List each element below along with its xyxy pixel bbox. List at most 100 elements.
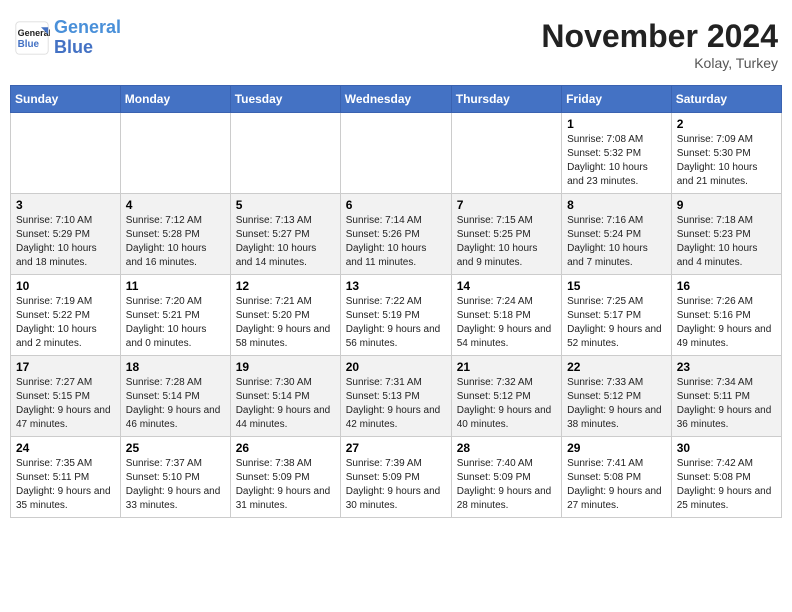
day-number: 30: [677, 441, 776, 455]
calendar-cell: 20 Sunrise: 7:31 AM Sunset: 5:13 PM Dayli…: [340, 356, 451, 437]
day-info: Sunrise: 7:16 AM Sunset: 5:24 PM Dayligh…: [567, 214, 666, 270]
calendar-cell: 12 Sunrise: 7:21 AM Sunset: 5:20 PM Dayli…: [230, 275, 340, 356]
day-number: 12: [236, 279, 335, 293]
logo: General Blue GeneralBlue: [14, 18, 121, 58]
calendar-cell: 19 Sunrise: 7:30 AM Sunset: 5:14 PM Dayli…: [230, 356, 340, 437]
calendar-cell: 11 Sunrise: 7:20 AM Sunset: 5:21 PM Dayli…: [120, 275, 230, 356]
day-info: Sunrise: 7:18 AM Sunset: 5:23 PM Dayligh…: [677, 214, 776, 270]
day-number: 4: [126, 198, 225, 212]
day-info: Sunrise: 7:25 AM Sunset: 5:17 PM Dayligh…: [567, 295, 666, 351]
logo-text: GeneralBlue: [54, 18, 121, 58]
day-number: 19: [236, 360, 335, 374]
day-info: Sunrise: 7:26 AM Sunset: 5:16 PM Dayligh…: [677, 295, 776, 351]
calendar-cell: 6Sunrise: 7:14 AM Sunset: 5:26 PM Daylig…: [340, 194, 451, 275]
day-info: Sunrise: 7:30 AM Sunset: 5:14 PM Dayligh…: [236, 376, 335, 432]
day-info: Sunrise: 7:08 AM Sunset: 5:32 PM Dayligh…: [567, 133, 666, 189]
title-section: November 2024 Kolay, Turkey: [541, 18, 778, 71]
calendar-cell: 15 Sunrise: 7:25 AM Sunset: 5:17 PM Dayli…: [562, 275, 672, 356]
calendar-cell: 28 Sunrise: 7:40 AM Sunset: 5:09 PM Dayli…: [451, 437, 561, 518]
day-number: 29: [567, 441, 666, 455]
day-info: Sunrise: 7:09 AM Sunset: 5:30 PM Dayligh…: [677, 133, 776, 189]
day-number: 20: [346, 360, 446, 374]
day-info: Sunrise: 7:35 AM Sunset: 5:11 PM Dayligh…: [16, 457, 115, 513]
calendar-cell: [120, 113, 230, 194]
calendar-cell: 30Sunrise: 7:42 AM Sunset: 5:08 PM Dayli…: [671, 437, 781, 518]
weekday-header: Saturday: [671, 86, 781, 113]
calendar-cell: [451, 113, 561, 194]
day-info: Sunrise: 7:33 AM Sunset: 5:12 PM Dayligh…: [567, 376, 666, 432]
calendar-week-row: 1 Sunrise: 7:08 AM Sunset: 5:32 PM Daylig…: [11, 113, 782, 194]
day-info: Sunrise: 7:37 AM Sunset: 5:10 PM Dayligh…: [126, 457, 225, 513]
day-info: Sunrise: 7:14 AM Sunset: 5:26 PM Dayligh…: [346, 214, 446, 270]
calendar-week-row: 17 Sunrise: 7:27 AM Sunset: 5:15 PM Dayli…: [11, 356, 782, 437]
calendar-cell: 8 Sunrise: 7:16 AM Sunset: 5:24 PM Daylig…: [562, 194, 672, 275]
weekday-header: Wednesday: [340, 86, 451, 113]
calendar-cell: 13Sunrise: 7:22 AM Sunset: 5:19 PM Dayli…: [340, 275, 451, 356]
day-info: Sunrise: 7:13 AM Sunset: 5:27 PM Dayligh…: [236, 214, 335, 270]
day-info: Sunrise: 7:24 AM Sunset: 5:18 PM Dayligh…: [457, 295, 556, 351]
month-title: November 2024: [541, 18, 778, 55]
day-number: 3: [16, 198, 115, 212]
calendar-cell: 26 Sunrise: 7:38 AM Sunset: 5:09 PM Dayli…: [230, 437, 340, 518]
day-number: 17: [16, 360, 115, 374]
calendar-cell: 18 Sunrise: 7:28 AM Sunset: 5:14 PM Dayli…: [120, 356, 230, 437]
day-number: 9: [677, 198, 776, 212]
calendar-cell: 5 Sunrise: 7:13 AM Sunset: 5:27 PM Daylig…: [230, 194, 340, 275]
day-info: Sunrise: 7:32 AM Sunset: 5:12 PM Dayligh…: [457, 376, 556, 432]
day-number: 1: [567, 117, 666, 131]
day-number: 8: [567, 198, 666, 212]
calendar-cell: 14 Sunrise: 7:24 AM Sunset: 5:18 PM Dayli…: [451, 275, 561, 356]
day-info: Sunrise: 7:19 AM Sunset: 5:22 PM Dayligh…: [16, 295, 115, 351]
calendar-week-row: 10Sunrise: 7:19 AM Sunset: 5:22 PM Dayli…: [11, 275, 782, 356]
calendar-cell: 16Sunrise: 7:26 AM Sunset: 5:16 PM Dayli…: [671, 275, 781, 356]
calendar-cell: [230, 113, 340, 194]
day-number: 15: [567, 279, 666, 293]
day-info: Sunrise: 7:21 AM Sunset: 5:20 PM Dayligh…: [236, 295, 335, 351]
calendar-cell: 17 Sunrise: 7:27 AM Sunset: 5:15 PM Dayli…: [11, 356, 121, 437]
page-header: General Blue GeneralBlue November 2024 K…: [10, 10, 782, 79]
weekday-header: Thursday: [451, 86, 561, 113]
day-number: 27: [346, 441, 446, 455]
day-number: 28: [457, 441, 556, 455]
day-info: Sunrise: 7:39 AM Sunset: 5:09 PM Dayligh…: [346, 457, 446, 513]
day-info: Sunrise: 7:22 AM Sunset: 5:19 PM Dayligh…: [346, 295, 446, 351]
calendar-cell: 25Sunrise: 7:37 AM Sunset: 5:10 PM Dayli…: [120, 437, 230, 518]
day-number: 18: [126, 360, 225, 374]
weekday-header: Friday: [562, 86, 672, 113]
day-info: Sunrise: 7:12 AM Sunset: 5:28 PM Dayligh…: [126, 214, 225, 270]
calendar-cell: 1 Sunrise: 7:08 AM Sunset: 5:32 PM Daylig…: [562, 113, 672, 194]
day-number: 14: [457, 279, 556, 293]
weekday-header-row: SundayMondayTuesdayWednesdayThursdayFrid…: [11, 86, 782, 113]
calendar-cell: 22 Sunrise: 7:33 AM Sunset: 5:12 PM Dayli…: [562, 356, 672, 437]
day-info: Sunrise: 7:28 AM Sunset: 5:14 PM Dayligh…: [126, 376, 225, 432]
day-info: Sunrise: 7:40 AM Sunset: 5:09 PM Dayligh…: [457, 457, 556, 513]
calendar-cell: 21 Sunrise: 7:32 AM Sunset: 5:12 PM Dayli…: [451, 356, 561, 437]
weekday-header: Sunday: [11, 86, 121, 113]
calendar-cell: 10Sunrise: 7:19 AM Sunset: 5:22 PM Dayli…: [11, 275, 121, 356]
weekday-header: Tuesday: [230, 86, 340, 113]
calendar-cell: 9 Sunrise: 7:18 AM Sunset: 5:23 PM Daylig…: [671, 194, 781, 275]
calendar-cell: 2Sunrise: 7:09 AM Sunset: 5:30 PM Daylig…: [671, 113, 781, 194]
calendar-cell: 4 Sunrise: 7:12 AM Sunset: 5:28 PM Daylig…: [120, 194, 230, 275]
day-info: Sunrise: 7:34 AM Sunset: 5:11 PM Dayligh…: [677, 376, 776, 432]
day-number: 26: [236, 441, 335, 455]
calendar-cell: [340, 113, 451, 194]
day-info: Sunrise: 7:27 AM Sunset: 5:15 PM Dayligh…: [16, 376, 115, 432]
day-number: 24: [16, 441, 115, 455]
day-number: 22: [567, 360, 666, 374]
day-info: Sunrise: 7:20 AM Sunset: 5:21 PM Dayligh…: [126, 295, 225, 351]
calendar-cell: 3 Sunrise: 7:10 AM Sunset: 5:29 PM Daylig…: [11, 194, 121, 275]
calendar-table: SundayMondayTuesdayWednesdayThursdayFrid…: [10, 85, 782, 518]
day-info: Sunrise: 7:38 AM Sunset: 5:09 PM Dayligh…: [236, 457, 335, 513]
day-number: 5: [236, 198, 335, 212]
calendar-cell: 23Sunrise: 7:34 AM Sunset: 5:11 PM Dayli…: [671, 356, 781, 437]
day-info: Sunrise: 7:15 AM Sunset: 5:25 PM Dayligh…: [457, 214, 556, 270]
day-info: Sunrise: 7:31 AM Sunset: 5:13 PM Dayligh…: [346, 376, 446, 432]
day-number: 11: [126, 279, 225, 293]
day-number: 21: [457, 360, 556, 374]
calendar-cell: 29Sunrise: 7:41 AM Sunset: 5:08 PM Dayli…: [562, 437, 672, 518]
day-info: Sunrise: 7:10 AM Sunset: 5:29 PM Dayligh…: [16, 214, 115, 270]
calendar-week-row: 3 Sunrise: 7:10 AM Sunset: 5:29 PM Daylig…: [11, 194, 782, 275]
svg-text:Blue: Blue: [18, 39, 40, 50]
calendar-cell: [11, 113, 121, 194]
